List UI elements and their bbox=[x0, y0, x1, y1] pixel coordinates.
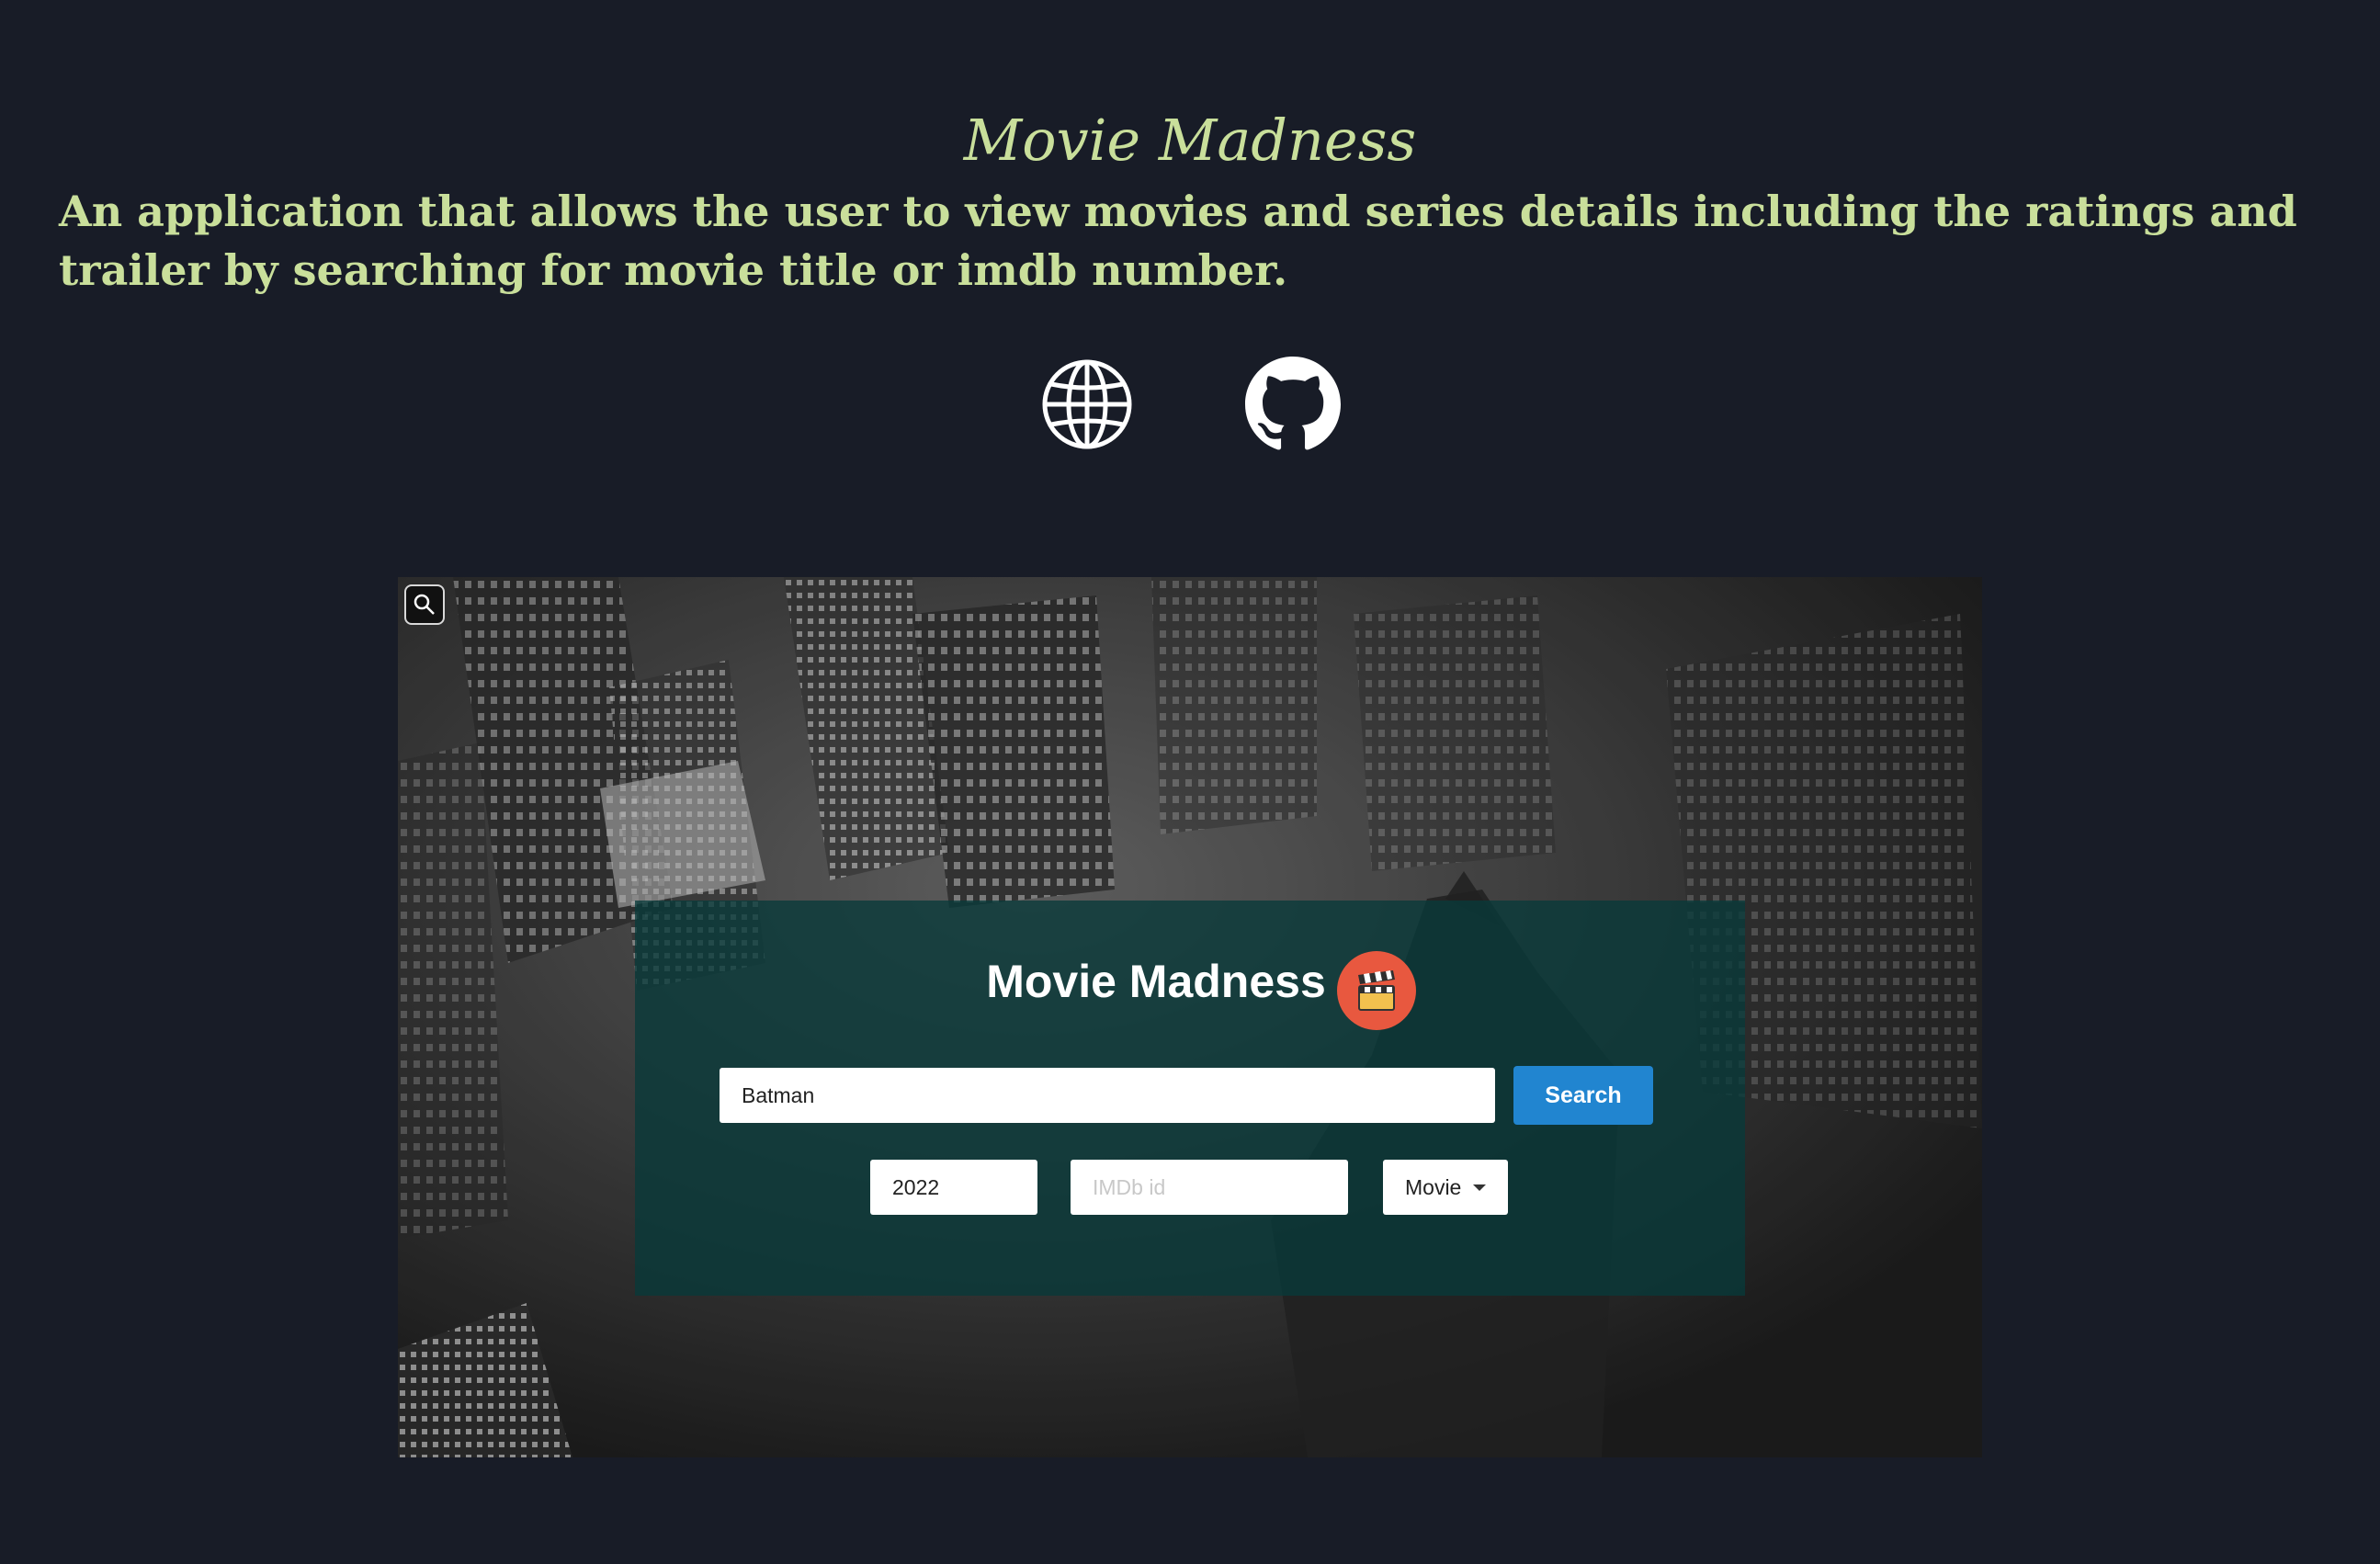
globe-icon bbox=[1042, 359, 1132, 449]
type-dropdown[interactable]: Movie bbox=[1383, 1160, 1508, 1215]
search-card: Movie Madness Search Movi bbox=[635, 901, 1745, 1296]
caret-down-icon bbox=[1473, 1184, 1486, 1191]
app-preview-screenshot: Movie Madness Search Movi bbox=[398, 577, 1982, 1457]
github-repo-link[interactable] bbox=[1245, 357, 1341, 452]
project-description: An application that allows the user to v… bbox=[59, 187, 2297, 295]
imdb-id-input[interactable] bbox=[1071, 1160, 1348, 1215]
clapperboard-icon bbox=[1337, 951, 1416, 1030]
github-icon bbox=[1245, 357, 1341, 450]
project-links bbox=[0, 357, 2380, 452]
live-site-link[interactable] bbox=[1039, 357, 1135, 452]
search-button[interactable]: Search bbox=[1513, 1066, 1653, 1125]
type-dropdown-value: Movie bbox=[1405, 1175, 1462, 1199]
zoom-image-button[interactable] bbox=[404, 584, 445, 625]
project-title: Movie Madness bbox=[963, 107, 1417, 174]
project-page: Movie Madness An application that allows… bbox=[0, 0, 2380, 1564]
app-title: Movie Madness bbox=[986, 956, 1326, 1007]
magnifier-icon bbox=[414, 594, 435, 615]
year-input[interactable] bbox=[870, 1160, 1037, 1215]
title-search-input[interactable] bbox=[720, 1068, 1495, 1123]
